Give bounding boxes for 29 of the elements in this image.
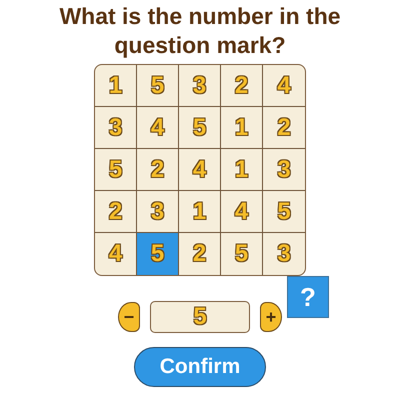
grid-cell[interactable]: 4 — [179, 149, 221, 191]
grid-cell[interactable]: 2 — [95, 191, 137, 233]
grid-cell[interactable]: 1 — [221, 149, 263, 191]
decrement-button[interactable]: − — [118, 302, 140, 332]
grid-cell[interactable]: 5 — [137, 65, 179, 107]
confirm-button[interactable]: Confirm — [134, 347, 266, 387]
grid-cell[interactable]: 2 — [263, 107, 305, 149]
grid-cell[interactable]: 5 — [179, 107, 221, 149]
grid-cell[interactable]: 2 — [137, 149, 179, 191]
grid-cell[interactable]: 1 — [221, 107, 263, 149]
grid-cell[interactable]: 4 — [263, 65, 305, 107]
increment-button[interactable]: + — [260, 302, 282, 332]
question-title: What is the number in the question mark? — [58, 2, 342, 60]
grid-cell[interactable]: 3 — [179, 65, 221, 107]
grid-cell[interactable]: 5 — [221, 233, 263, 275]
grid-cell[interactable]: 1 — [179, 191, 221, 233]
grid-cell[interactable]: 2 — [179, 233, 221, 275]
grid-cell[interactable]: 5 — [137, 233, 179, 275]
grid-cell[interactable]: 5 — [263, 191, 305, 233]
grid-cell[interactable]: 4 — [221, 191, 263, 233]
grid-cell[interactable]: 5 — [95, 149, 137, 191]
grid-cell[interactable]: 3 — [263, 233, 305, 275]
answer-field[interactable]: 5 — [150, 301, 250, 333]
grid-cell[interactable]: 1 — [95, 65, 137, 107]
grid-cell[interactable]: 2 — [221, 65, 263, 107]
question-mark-tile: ? — [287, 276, 329, 318]
grid-cell[interactable]: 3 — [95, 107, 137, 149]
grid-cell[interactable]: 3 — [263, 149, 305, 191]
grid-cell[interactable]: 4 — [137, 107, 179, 149]
